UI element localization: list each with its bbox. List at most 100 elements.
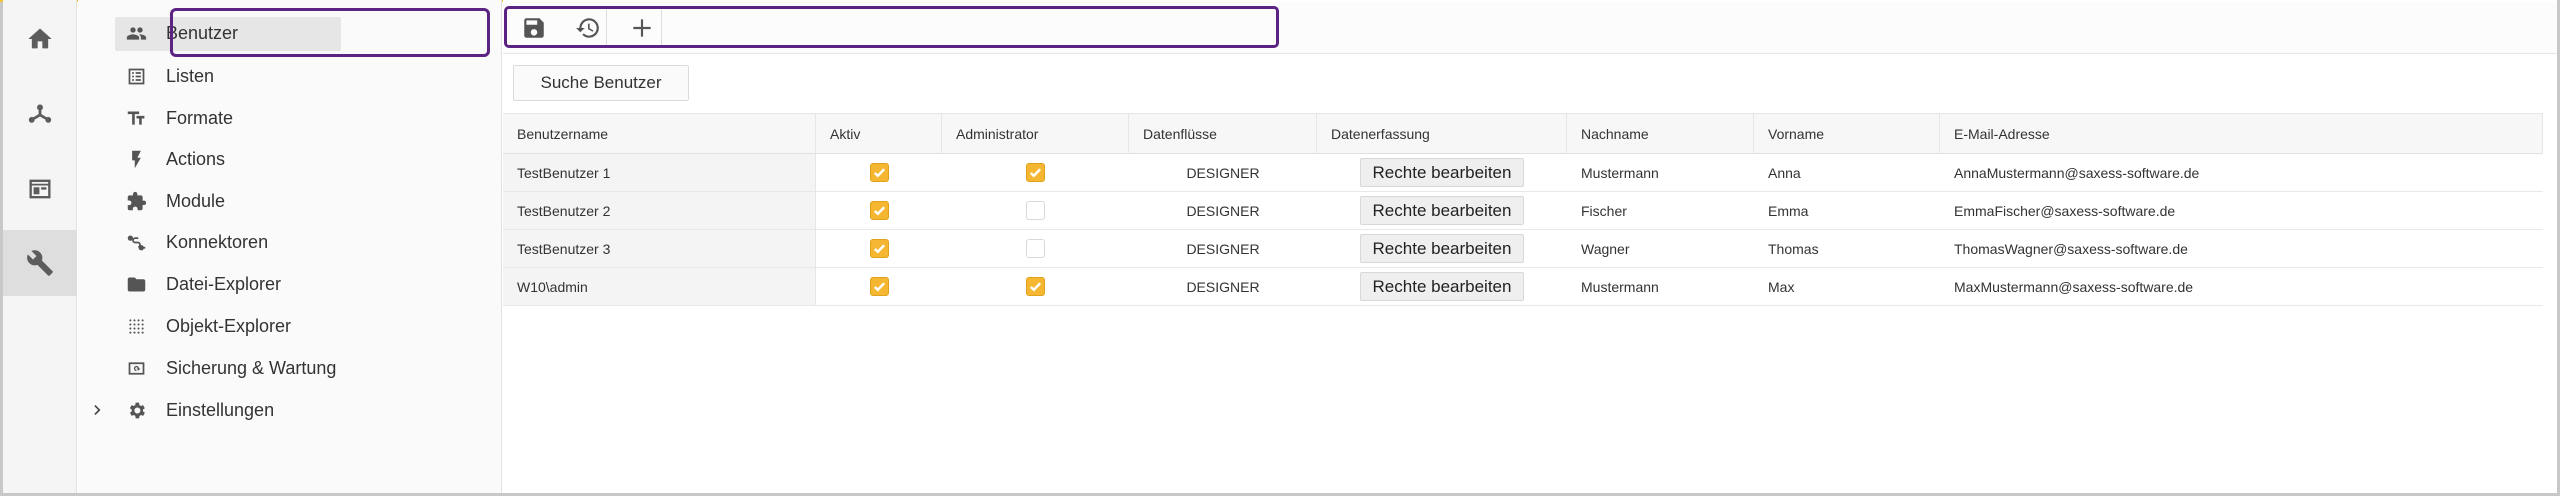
gear-icon [124, 398, 148, 422]
column-header-email[interactable]: E-Mail-Adresse [1940, 114, 2543, 154]
sidebar-item-module[interactable]: Module [78, 182, 502, 220]
cell-firstname: Thomas [1768, 240, 1819, 257]
admin-checkbox[interactable] [1026, 163, 1045, 182]
cell-email: ThomasWagner@saxess-software.de [1954, 240, 2188, 257]
admin-checkbox[interactable] [1026, 277, 1045, 296]
active-checkbox[interactable] [869, 277, 889, 296]
cell-email: AnnaMustermann@saxess-software.de [1954, 164, 2200, 181]
sidebar-item-label: Formate [166, 107, 234, 128]
rail-dataflow-button[interactable] [3, 82, 77, 148]
sidebar-item-konnektoren[interactable]: Konnektoren [78, 223, 502, 261]
backup-icon [124, 356, 148, 380]
table-row[interactable]: TestBenutzer 1 DESIGNER Rechte bearbeiten M… [503, 154, 2543, 192]
rail-window-button[interactable] [3, 156, 77, 222]
sidebar-item-listen[interactable]: Listen [78, 57, 502, 95]
cell-admin [942, 154, 1129, 191]
users-icon [124, 21, 148, 45]
wrench-icon [27, 250, 53, 276]
edit-rights-button[interactable]: Rechte bearbeiten [1359, 272, 1525, 301]
cell-capture: Rechte bearbeiten [1317, 154, 1567, 191]
highlight-frame-toolbar [504, 6, 1279, 48]
home-icon [28, 28, 52, 49]
cell-firstname: Emma [1768, 202, 1809, 219]
sidebar-item-objekt-explorer[interactable]: Objekt-Explorer [78, 307, 502, 345]
cell-capture: Rechte bearbeiten [1317, 268, 1567, 305]
nav-rail [3, 0, 77, 493]
cell-admin [942, 230, 1129, 267]
cell-admin [942, 192, 1129, 229]
column-header-lastname[interactable]: Nachname [1567, 114, 1754, 154]
highlight-frame-sidebar [170, 8, 490, 57]
sidebar-item-label: Objekt-Explorer [166, 315, 292, 336]
cell-dataflows: DESIGNER [1186, 202, 1260, 219]
cell-dataflows: DESIGNER [1186, 278, 1260, 295]
sidebar-item-label: Actions [166, 148, 226, 169]
sidebar-item-einstellungen[interactable]: Einstellungen [78, 391, 502, 429]
rail-admin-button[interactable] [3, 230, 77, 296]
active-checkbox[interactable] [869, 163, 889, 182]
table-row[interactable]: W10\admin DESIGNER Rechte bearbeiten Muster… [503, 268, 2543, 306]
admin-checkbox[interactable] [1026, 239, 1045, 258]
cell-active [816, 192, 942, 229]
cell-active [816, 154, 942, 191]
sidebar-item-label: Sicherung & Wartung [166, 357, 337, 378]
column-header-username[interactable]: Benutzername [503, 114, 816, 154]
column-header-dataflows[interactable]: Datenflüsse [1129, 114, 1317, 154]
cell-firstname: Anna [1768, 164, 1801, 181]
edit-rights-button[interactable]: Rechte bearbeiten [1359, 234, 1525, 263]
sidebar-menu: Benutzer Listen Formate Actions Module K… [78, 0, 502, 493]
cell-firstname: Max [1768, 278, 1795, 295]
active-checkbox[interactable] [869, 239, 889, 258]
column-header-admin[interactable]: Administrator [942, 114, 1129, 154]
puzzle-icon [124, 189, 148, 213]
cell-username: TestBenutzer 2 [503, 192, 816, 229]
text-format-icon [124, 106, 148, 130]
admin-checkbox[interactable] [1026, 201, 1045, 220]
cell-capture: Rechte bearbeiten [1317, 192, 1567, 229]
cell-username: TestBenutzer 1 [503, 154, 816, 191]
sidebar-item-sicherung-wartung[interactable]: Sicherung & Wartung [78, 349, 502, 387]
sidebar-item-label: Listen [166, 65, 215, 86]
cell-username: W10\admin [503, 268, 816, 305]
chevron-right-icon[interactable] [88, 400, 108, 420]
active-checkbox[interactable] [869, 201, 889, 220]
cell-capture: Rechte bearbeiten [1317, 230, 1567, 267]
sidebar-item-actions[interactable]: Actions [78, 140, 502, 178]
main-content: Suche Benutzer Benutzername Aktiv Admini… [503, 0, 2557, 493]
column-header-active[interactable]: Aktiv [816, 114, 942, 154]
cell-lastname: Mustermann [1581, 278, 1659, 295]
rail-home-button[interactable] [3, 6, 77, 72]
cell-active [816, 268, 942, 305]
cell-lastname: Wagner [1581, 240, 1630, 257]
cell-dataflows: DESIGNER [1186, 164, 1260, 181]
edit-rights-button[interactable]: Rechte bearbeiten [1359, 158, 1525, 187]
column-header-capture[interactable]: Datenerfassung [1317, 114, 1567, 154]
cell-lastname: Mustermann [1581, 164, 1659, 181]
window-icon [29, 179, 51, 199]
table-header: Benutzername Aktiv Administrator Datenfl… [503, 113, 2543, 154]
sidebar-item-label: Datei-Explorer [166, 273, 282, 294]
sidebar-item-label: Einstellungen [166, 399, 275, 420]
cell-username: TestBenutzer 3 [503, 230, 816, 267]
sidebar-item-formate[interactable]: Formate [78, 99, 502, 137]
cell-admin [942, 268, 1129, 305]
table-row[interactable]: TestBenutzer 3 DESIGNER Rechte bearbeiten W… [503, 230, 2543, 268]
sidebar-item-label: Konnektoren [166, 231, 269, 252]
list-icon [124, 64, 148, 88]
connector-icon [124, 230, 148, 254]
search-users-button[interactable]: Suche Benutzer [513, 65, 689, 101]
toolbar [503, 2, 2557, 54]
column-header-firstname[interactable]: Vorname [1754, 114, 1940, 154]
cell-email: EmmaFischer@saxess-software.de [1954, 202, 2176, 219]
sidebar-item-datei-explorer[interactable]: Datei-Explorer [78, 265, 502, 303]
table-row[interactable]: TestBenutzer 2 DESIGNER Rechte bearbeiten F… [503, 192, 2543, 230]
edit-rights-button[interactable]: Rechte bearbeiten [1359, 196, 1525, 225]
sidebar-item-label: Module [166, 190, 226, 211]
cell-email: MaxMustermann@saxess-software.de [1954, 278, 2194, 295]
cell-dataflows: DESIGNER [1186, 240, 1260, 257]
cell-active [816, 230, 942, 267]
dots-grid-icon [124, 314, 148, 338]
lightning-icon [124, 147, 148, 171]
folder-icon [124, 272, 148, 296]
cell-lastname: Fischer [1581, 202, 1627, 219]
